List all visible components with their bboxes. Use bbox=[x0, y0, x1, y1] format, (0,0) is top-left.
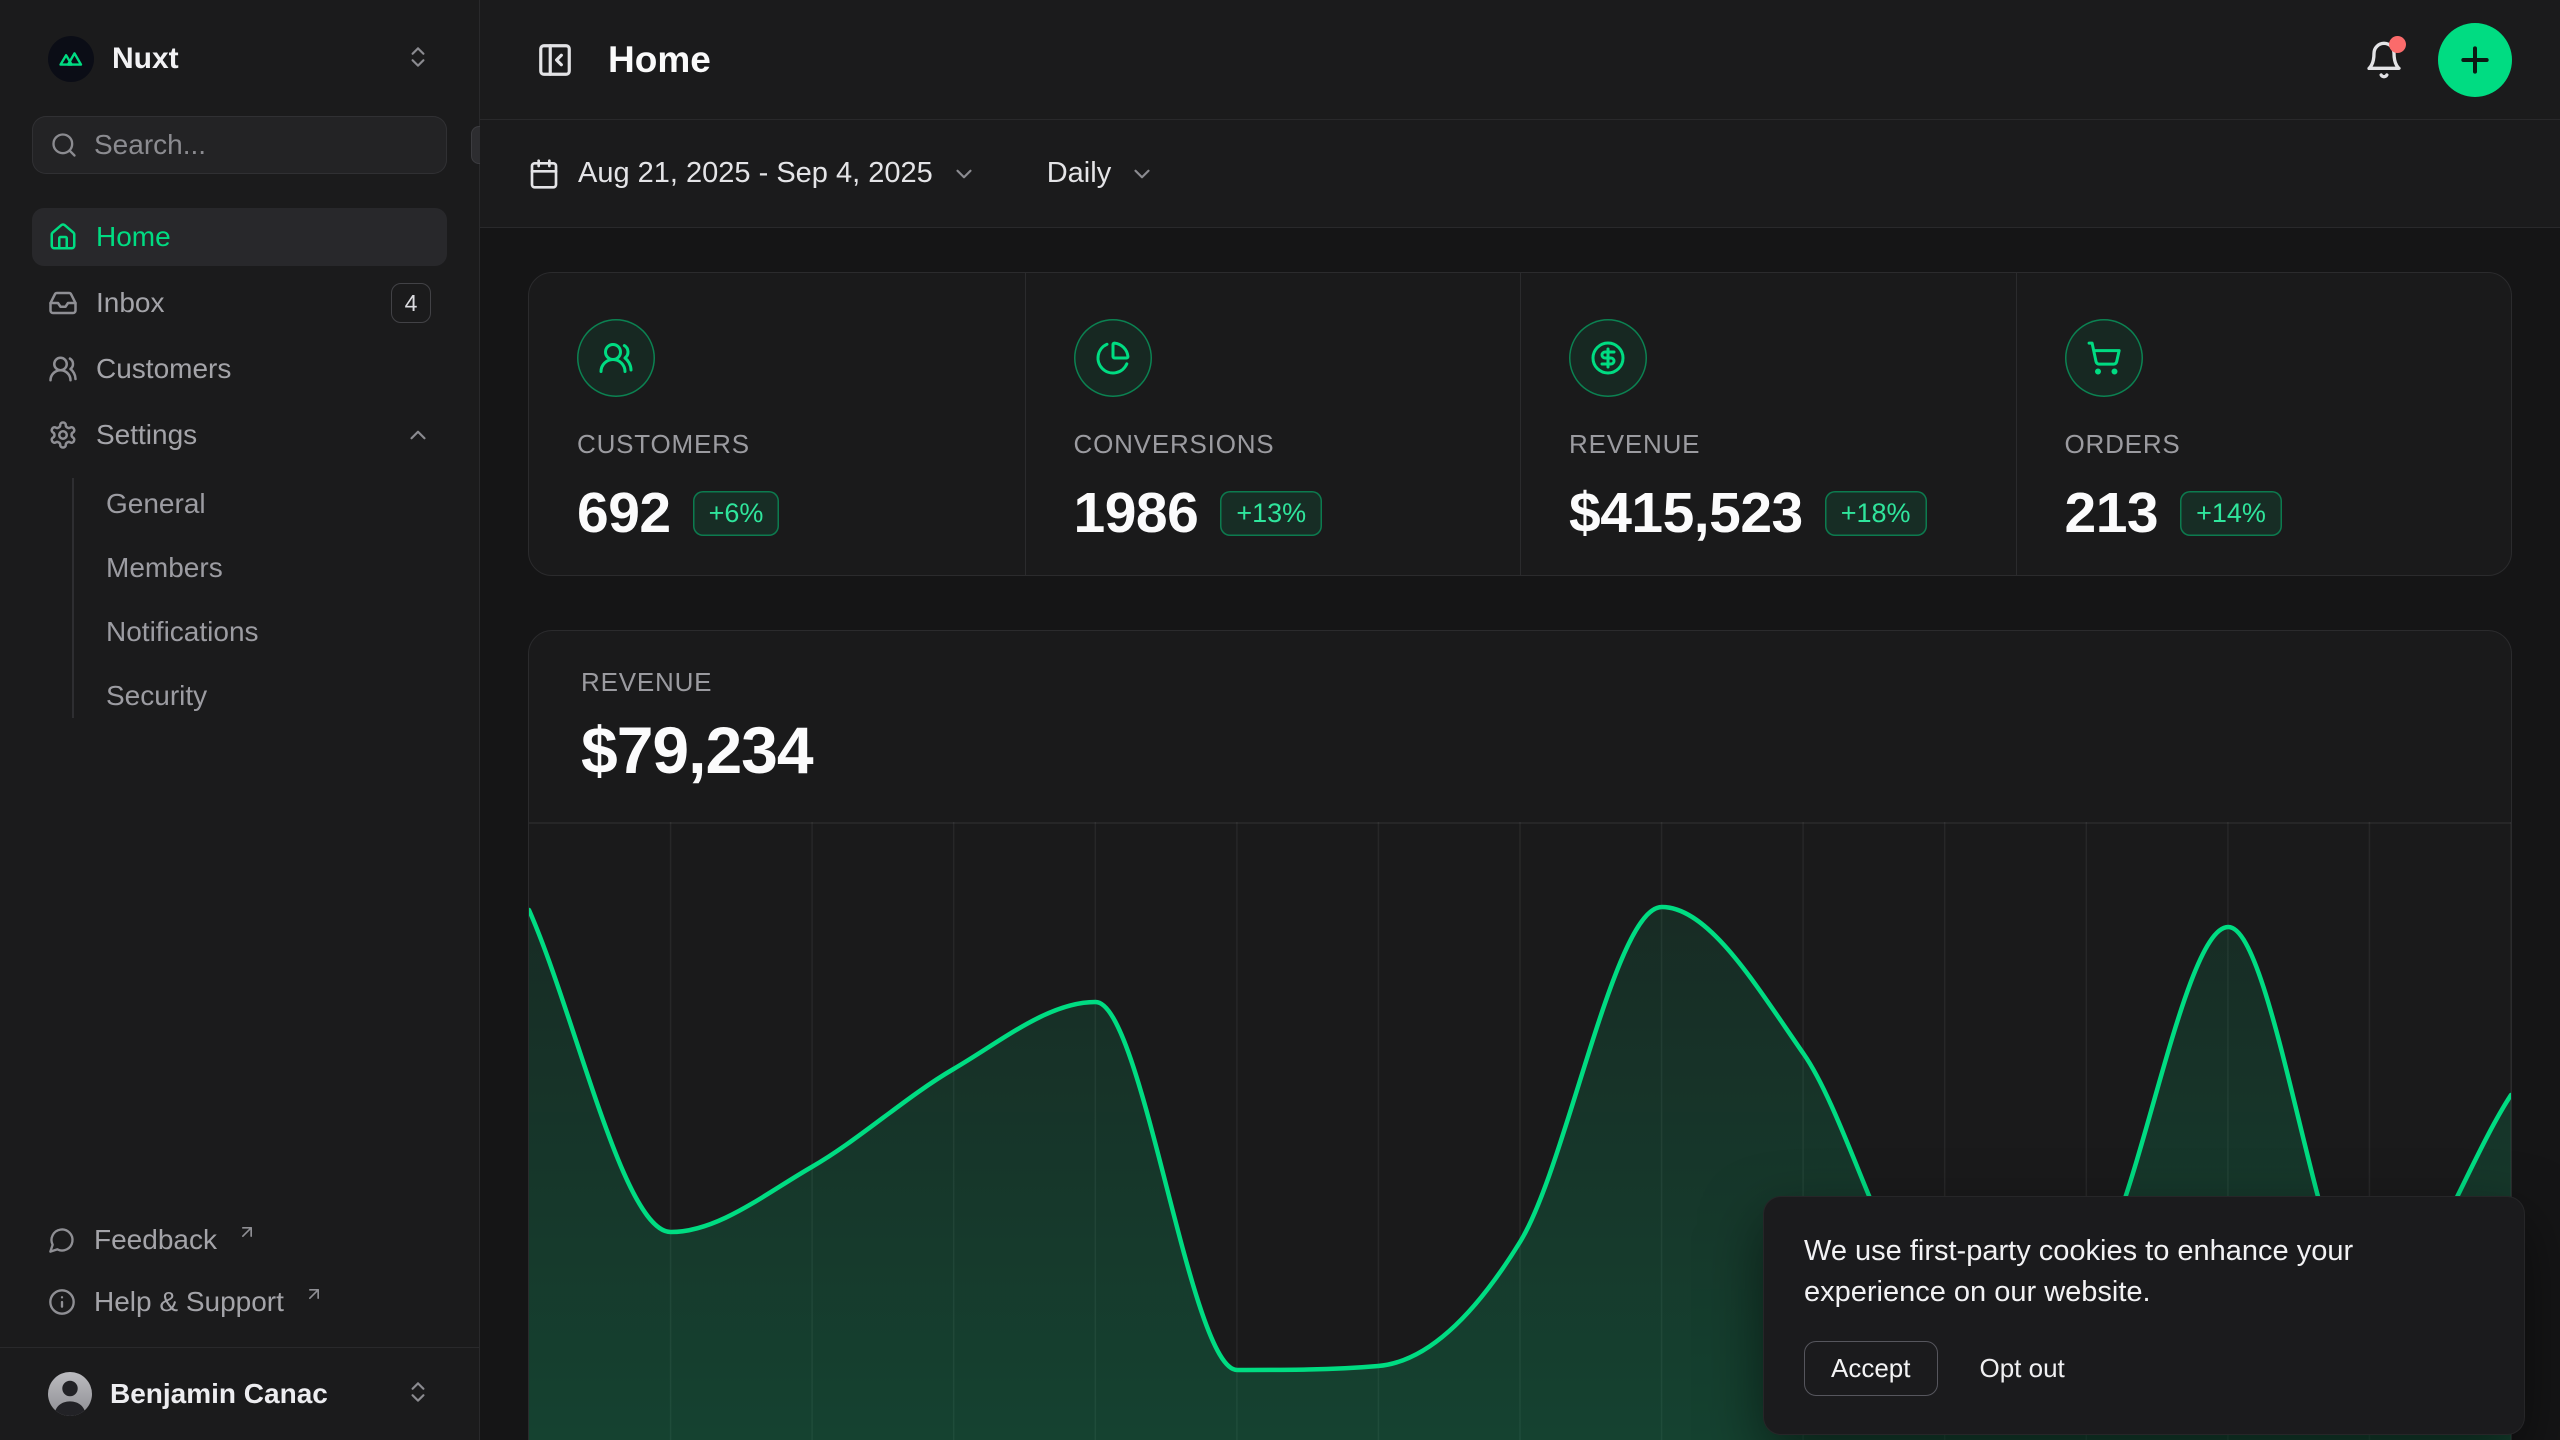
stat-card-conversions[interactable]: CONVERSIONS 1986 +13% bbox=[1025, 273, 1521, 575]
shopping-cart-icon bbox=[2065, 319, 2143, 397]
stat-value: 213 bbox=[2065, 480, 2159, 546]
date-range-label: Aug 21, 2025 - Sep 4, 2025 bbox=[578, 157, 933, 190]
sidebar-item-inbox[interactable]: Inbox 4 bbox=[32, 274, 447, 332]
user-menu-button[interactable]: Benjamin Canac bbox=[32, 1364, 447, 1424]
users-icon bbox=[577, 319, 655, 397]
accept-button[interactable]: Accept bbox=[1804, 1341, 1938, 1396]
sub-item-label: Members bbox=[106, 552, 223, 584]
inbox-icon bbox=[48, 288, 78, 318]
sidebar-item-label: Inbox bbox=[96, 287, 165, 319]
stat-card-revenue[interactable]: REVENUE $415,523 +18% bbox=[1520, 273, 2016, 575]
search-input-wrapper[interactable]: ⌘ K bbox=[32, 116, 447, 174]
sidebar-nav: Home Inbox 4 Customers Settings bbox=[0, 208, 479, 736]
sidebar-item-members[interactable]: Members bbox=[32, 536, 447, 600]
sidebar-footer: Feedback Help & Support bbox=[0, 1209, 479, 1347]
nuxt-logo-icon bbox=[48, 36, 94, 82]
workspace-switcher[interactable]: Nuxt bbox=[32, 28, 447, 90]
pie-chart-icon bbox=[1074, 319, 1152, 397]
stat-delta-badge: +6% bbox=[693, 491, 780, 536]
sidebar-item-security[interactable]: Security bbox=[32, 664, 447, 728]
stat-label: CONVERSIONS bbox=[1074, 429, 1473, 460]
sub-item-label: Security bbox=[106, 680, 207, 712]
workspace-name: Nuxt bbox=[112, 42, 179, 76]
stat-delta-badge: +18% bbox=[1825, 491, 1927, 536]
sidebar-collapse-button[interactable] bbox=[528, 33, 582, 87]
granularity-select[interactable]: Daily bbox=[1047, 157, 1155, 190]
granularity-label: Daily bbox=[1047, 157, 1111, 190]
chevron-up-icon bbox=[405, 422, 431, 448]
message-bubble-icon bbox=[48, 1226, 76, 1254]
sidebar-item-label: Home bbox=[96, 221, 171, 253]
cookie-actions: Accept Opt out bbox=[1804, 1341, 2484, 1396]
sub-list-rail bbox=[72, 478, 74, 718]
stat-value: 1986 bbox=[1074, 480, 1199, 546]
unread-indicator-dot bbox=[2389, 36, 2406, 53]
plus-icon bbox=[2455, 40, 2495, 80]
cookie-message: We use first-party cookies to enhance yo… bbox=[1804, 1231, 2454, 1313]
user-name: Benjamin Canac bbox=[110, 1378, 328, 1410]
avatar bbox=[48, 1372, 92, 1416]
chevrons-up-down-icon bbox=[405, 1379, 431, 1410]
add-button[interactable] bbox=[2438, 23, 2512, 97]
notifications-button[interactable] bbox=[2356, 32, 2412, 88]
calendar-icon bbox=[528, 158, 560, 190]
sidebar-user-section: Benjamin Canac bbox=[0, 1347, 479, 1440]
chevron-down-icon bbox=[1129, 161, 1155, 187]
stats-row: CUSTOMERS 692 +6% CONVERSIONS 1986 +13% bbox=[528, 272, 2512, 576]
feedback-link[interactable]: Feedback bbox=[32, 1209, 447, 1271]
sidebar-item-general[interactable]: General bbox=[32, 472, 447, 536]
search-icon bbox=[50, 131, 78, 159]
revenue-chart-value: $79,234 bbox=[581, 712, 2459, 788]
stat-delta-badge: +13% bbox=[1220, 491, 1322, 536]
header-actions bbox=[2356, 23, 2512, 97]
chevron-down-icon bbox=[951, 161, 977, 187]
panel-collapse-icon bbox=[536, 41, 574, 79]
sidebar-item-settings[interactable]: Settings bbox=[32, 406, 447, 464]
stat-value: $415,523 bbox=[1569, 480, 1803, 546]
info-circle-icon bbox=[48, 1288, 76, 1316]
users-icon bbox=[48, 354, 78, 384]
cookie-consent-banner: We use first-party cookies to enhance yo… bbox=[1763, 1196, 2525, 1435]
sub-item-label: General bbox=[106, 488, 206, 520]
stat-value: 692 bbox=[577, 480, 671, 546]
filters-toolbar: Aug 21, 2025 - Sep 4, 2025 Daily bbox=[480, 120, 2560, 228]
stat-label: ORDERS bbox=[2065, 429, 2464, 460]
gear-icon bbox=[48, 420, 78, 450]
stat-delta-badge: +14% bbox=[2180, 491, 2282, 536]
external-link-icon bbox=[304, 1284, 324, 1304]
help-support-label: Help & Support bbox=[94, 1286, 284, 1318]
sidebar-item-notifications[interactable]: Notifications bbox=[32, 600, 447, 664]
settings-sub-list: General Members Notifications Security bbox=[32, 472, 447, 728]
sidebar-item-customers[interactable]: Customers bbox=[32, 340, 447, 398]
search-input[interactable] bbox=[94, 129, 455, 161]
sidebar: Nuxt ⌘ K Home bbox=[0, 0, 480, 1440]
feedback-label: Feedback bbox=[94, 1224, 217, 1256]
revenue-chart-label: REVENUE bbox=[581, 667, 2459, 698]
external-link-icon bbox=[237, 1222, 257, 1242]
date-range-picker[interactable]: Aug 21, 2025 - Sep 4, 2025 bbox=[528, 157, 977, 190]
inbox-count-badge: 4 bbox=[391, 283, 431, 323]
stat-card-orders[interactable]: ORDERS 213 +14% bbox=[2016, 273, 2512, 575]
chevrons-up-down-icon bbox=[405, 44, 431, 75]
stat-card-customers[interactable]: CUSTOMERS 692 +6% bbox=[529, 273, 1025, 575]
dollar-circle-icon bbox=[1569, 319, 1647, 397]
page-title: Home bbox=[608, 39, 711, 81]
opt-out-button[interactable]: Opt out bbox=[1980, 1353, 2065, 1384]
stat-label: REVENUE bbox=[1569, 429, 1968, 460]
stat-label: CUSTOMERS bbox=[577, 429, 977, 460]
sidebar-spacer bbox=[0, 736, 479, 1209]
revenue-chart-header: REVENUE $79,234 bbox=[529, 631, 2511, 788]
sidebar-item-label: Settings bbox=[96, 419, 197, 451]
sidebar-item-label: Customers bbox=[96, 353, 231, 385]
sub-item-label: Notifications bbox=[106, 616, 259, 648]
house-icon bbox=[48, 222, 78, 252]
help-support-link[interactable]: Help & Support bbox=[32, 1271, 447, 1333]
page-header: Home bbox=[480, 0, 2560, 120]
sidebar-item-home[interactable]: Home bbox=[32, 208, 447, 266]
